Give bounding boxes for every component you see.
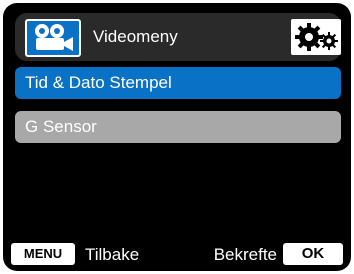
menu-header: Videomeny <box>15 13 341 61</box>
settings-gears-icon <box>291 19 341 55</box>
footer-bar: MENU Tilbake Bekrefte OK <box>3 237 351 271</box>
menu-item-label: G Sensor <box>25 117 97 136</box>
menu-item-label: Tid & Dato Stempel <box>25 73 172 92</box>
back-label: Tilbake <box>85 245 140 264</box>
ok-button[interactable]: OK <box>283 243 343 265</box>
menu-button[interactable]: MENU <box>11 243 75 265</box>
menu-item-time-date-stamp[interactable]: Tid & Dato Stempel <box>15 67 341 99</box>
confirm-label: Bekrefte <box>213 245 277 264</box>
menu-title: Videomeny <box>93 27 178 46</box>
gears-icon-graphic <box>295 23 338 51</box>
video-camera-icon-graphic <box>35 24 73 51</box>
dashcam-screen: Videomeny Tid & Dato Stempel G Sensor ME… <box>3 3 351 271</box>
video-camera-icon <box>25 19 81 57</box>
menu-item-g-sensor[interactable]: G Sensor <box>15 111 341 143</box>
